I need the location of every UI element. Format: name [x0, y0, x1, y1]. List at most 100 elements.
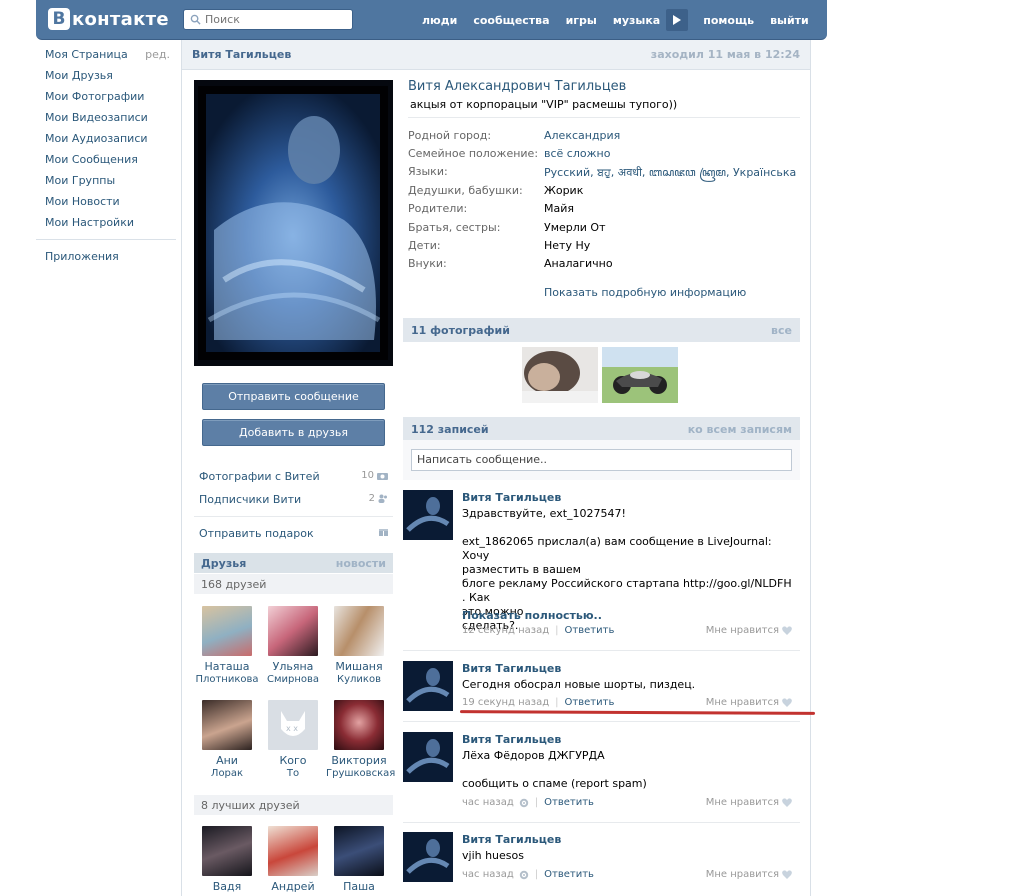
photos-all-link[interactable]: все: [771, 324, 792, 337]
like-button[interactable]: Мне нравится: [706, 625, 792, 636]
friends-news-link[interactable]: новости: [336, 557, 386, 570]
reply-link[interactable]: Ответить: [544, 797, 594, 808]
friend-card[interactable]: Наташа Плотникова: [194, 606, 260, 686]
menu-my-groups[interactable]: Мои Группы: [36, 170, 176, 191]
wall-post-input[interactable]: Написать сообщение..: [411, 449, 792, 471]
nav-logout[interactable]: выйти: [770, 14, 809, 27]
friend-last-name[interactable]: Смирнова: [260, 673, 326, 686]
friend-photo-placeholder[interactable]: x x: [268, 700, 318, 750]
info-value[interactable]: Александрия: [544, 129, 620, 142]
wall-title[interactable]: 112 записей: [411, 423, 489, 436]
friend-last-name[interactable]: Грушковская: [326, 767, 395, 780]
post-avatar[interactable]: [403, 832, 453, 882]
friend-first-name[interactable]: Кого: [260, 754, 326, 767]
send-message-button[interactable]: Отправить сообщение: [202, 383, 385, 410]
friend-card[interactable]: Виктория Грушковская: [326, 700, 395, 780]
post-author[interactable]: Витя Тагильцев: [462, 491, 561, 504]
friend-first-name[interactable]: Ани: [194, 754, 260, 767]
friends-title[interactable]: Друзья: [201, 557, 246, 570]
photos-bar[interactable]: 11 фотографий все: [403, 318, 800, 342]
friend-photo[interactable]: [334, 700, 384, 750]
menu-my-audio[interactable]: Мои Аудиозаписи: [36, 128, 176, 149]
friend-first-name[interactable]: Вадя: [194, 880, 260, 893]
reply-link[interactable]: Ответить: [544, 869, 594, 880]
search-box[interactable]: [183, 9, 353, 30]
profile-avatar[interactable]: [194, 80, 393, 366]
menu-my-messages[interactable]: Мои Сообщения: [36, 149, 176, 170]
photo-thumbnail[interactable]: [522, 347, 598, 403]
nav-help[interactable]: помощь: [703, 14, 754, 27]
wall-bar[interactable]: 112 записей ко всем записям: [403, 417, 800, 441]
like-button[interactable]: Мне нравится: [706, 697, 792, 708]
photos-title[interactable]: 11 фотографий: [411, 324, 510, 337]
friend-last-name[interactable]: Куликов: [326, 673, 392, 686]
friends-count[interactable]: 168 друзей: [194, 574, 393, 594]
friend-photo[interactable]: [202, 700, 252, 750]
music-play-button[interactable]: [666, 9, 689, 31]
friend-photo[interactable]: [268, 606, 318, 656]
menu-my-news[interactable]: Мои Новости: [36, 191, 176, 212]
post-time[interactable]: час назад: [462, 797, 514, 808]
reply-link[interactable]: Ответить: [565, 697, 615, 708]
friend-photo[interactable]: [334, 826, 384, 876]
friends-bar[interactable]: Друзья новости: [194, 553, 393, 573]
nav-music[interactable]: музыка: [613, 14, 660, 27]
friend-photo[interactable]: [202, 826, 252, 876]
search-input[interactable]: [205, 13, 345, 26]
gear-icon[interactable]: [519, 870, 529, 880]
add-friend-button[interactable]: Добавить в друзья: [202, 419, 385, 446]
send-gift-link[interactable]: Отправить подарок: [199, 527, 394, 547]
menu-my-page[interactable]: Моя Страница ред.: [36, 44, 176, 65]
friend-photo[interactable]: [334, 606, 384, 656]
info-value[interactable]: всё сложно: [544, 147, 610, 160]
friend-card[interactable]: Ани Лорак: [194, 700, 260, 780]
post-author[interactable]: Витя Тагильцев: [462, 733, 561, 746]
like-button[interactable]: Мне нравится: [706, 869, 792, 880]
menu-my-friends[interactable]: Мои Друзья: [36, 65, 176, 86]
best-friends-count[interactable]: 8 лучших друзей: [194, 795, 393, 815]
edit-link[interactable]: ред.: [145, 44, 170, 65]
friend-first-name[interactable]: Ульяна: [260, 660, 326, 673]
friend-card[interactable]: Ульяна Смирнова: [260, 606, 326, 686]
friend-card[interactable]: Вадя: [194, 826, 260, 893]
show-full-link[interactable]: Показать полностью..: [462, 609, 602, 622]
post-author[interactable]: Витя Тагильцев: [462, 833, 561, 846]
post-time[interactable]: 19 секунд назад: [462, 697, 549, 708]
like-button[interactable]: Мне нравится: [706, 797, 792, 808]
post-avatar[interactable]: [403, 661, 453, 711]
photos-with-link[interactable]: Фотографии с Витей 10: [199, 470, 394, 490]
friend-last-name[interactable]: То: [260, 767, 326, 780]
friend-first-name[interactable]: Мишаня: [326, 660, 392, 673]
subscribers-link[interactable]: Подписчики Вити 2: [199, 493, 394, 513]
friend-photo[interactable]: [268, 826, 318, 876]
reply-link[interactable]: Ответить: [565, 625, 615, 636]
post-avatar[interactable]: [403, 732, 453, 782]
menu-my-settings[interactable]: Мои Настройки: [36, 212, 176, 233]
friend-first-name[interactable]: Андрей: [260, 880, 326, 893]
friend-card[interactable]: Паша: [326, 826, 392, 893]
nav-games[interactable]: игры: [566, 14, 597, 27]
friend-last-name[interactable]: Лорак: [194, 767, 260, 780]
wall-all-link[interactable]: ко всем записям: [688, 423, 792, 436]
profile-status[interactable]: акцыя от корпорацыи "VIP" расмешы тупого…: [410, 98, 677, 111]
friend-first-name[interactable]: Виктория: [326, 754, 392, 767]
nav-communities[interactable]: сообщества: [473, 14, 549, 27]
menu-my-photos[interactable]: Мои Фотографии: [36, 86, 176, 107]
friend-card[interactable]: Андрей: [260, 826, 326, 893]
friend-first-name[interactable]: Наташа: [194, 660, 260, 673]
menu-my-videos[interactable]: Мои Видеозаписи: [36, 107, 176, 128]
gear-icon[interactable]: [519, 798, 529, 808]
nav-people[interactable]: люди: [422, 14, 457, 27]
show-more-info-link[interactable]: Показать подробную информацию: [544, 286, 746, 299]
menu-apps[interactable]: Приложения: [36, 246, 176, 267]
photo-thumbnail[interactable]: [602, 347, 678, 403]
post-avatar[interactable]: [403, 490, 453, 540]
friend-first-name[interactable]: Паша: [326, 880, 392, 893]
post-author[interactable]: Витя Тагильцев: [462, 662, 561, 675]
friend-photo[interactable]: [202, 606, 252, 656]
post-time[interactable]: 12 секунд назад: [462, 625, 549, 636]
friend-card[interactable]: Мишаня Куликов: [326, 606, 392, 686]
vk-logo[interactable]: В контакте: [48, 8, 169, 30]
friend-last-name[interactable]: Плотникова: [194, 673, 260, 686]
friend-card[interactable]: x x Кого То: [260, 700, 326, 780]
